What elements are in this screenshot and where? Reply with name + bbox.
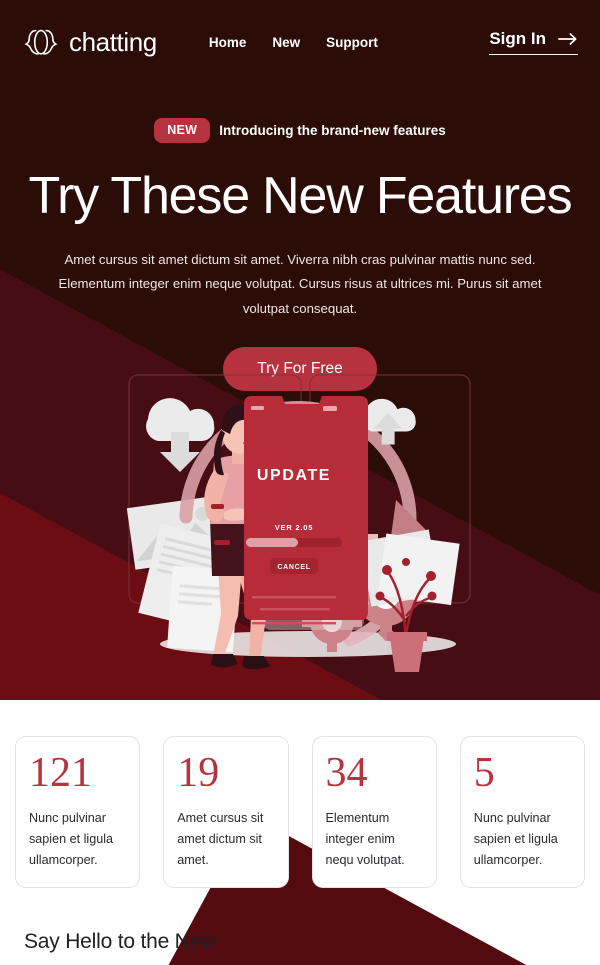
stat-card[interactable]: 121 Nunc pulvinar sapien et ligula ullam… [15,736,141,888]
page-root: chatting Home New Support Sign In NEW In… [0,0,600,965]
bottom-section-heading: Say Hello to the New [24,930,217,953]
hero-badge-row: NEW Introducing the brand-new features [0,118,600,143]
nav-link-new[interactable]: New [272,35,300,50]
main-navbar: chatting Home New Support Sign In [0,0,600,84]
hero-paragraph: Amet cursus sit amet dictum sit amet. Vi… [58,251,542,316]
stat-description: Amet cursus sit amet dictum sit amet. [177,811,264,868]
stat-description: Nunc pulvinar sapien et ligula ullamcorp… [473,811,558,868]
hero-badge-text: Introducing the brand-new features [219,122,446,138]
new-badge: NEW [154,118,211,143]
svg-text:VER 2.05: VER 2.05 [275,523,314,532]
brand-name: chatting [69,26,157,57]
nav-links: Home New Support [209,35,378,50]
stat-card[interactable]: 5 Nunc pulvinar sapien et ligula ullamco… [459,736,585,888]
nav-link-home[interactable]: Home [209,35,247,50]
svg-text:CANCEL: CANCEL [277,564,310,571]
stat-description: Nunc pulvinar sapien et ligula ullamcorp… [29,811,114,868]
brand-logo[interactable]: chatting [22,23,157,61]
sign-in-label: Sign In [489,29,546,48]
stat-number: 34 [325,750,368,796]
hero-title: Try These New Features [28,166,573,225]
nav-right: Sign In [489,29,578,55]
app-update-illustration: UPDATE VER 2.05 CANCEL [118,372,482,688]
stat-number: 19 [177,750,220,796]
stat-description: Elementum integer enim nequ volutpat. [325,811,405,868]
stats-card-row: 121 Nunc pulvinar sapien et ligula ullam… [15,736,585,888]
stat-number: 5 [473,750,495,796]
arrow-right-icon [558,32,578,46]
stat-card[interactable]: 34 Elementum integer enim nequ volutpat. [311,736,437,888]
stat-card[interactable]: 19 Amet cursus sit amet dictum sit amet. [163,736,289,888]
nav-link-support[interactable]: Support [326,35,378,50]
sign-in-button[interactable]: Sign In [489,29,578,55]
chat-bird-logo-icon [22,23,60,61]
stat-number: 121 [29,750,92,796]
svg-text:UPDATE: UPDATE [257,467,331,484]
